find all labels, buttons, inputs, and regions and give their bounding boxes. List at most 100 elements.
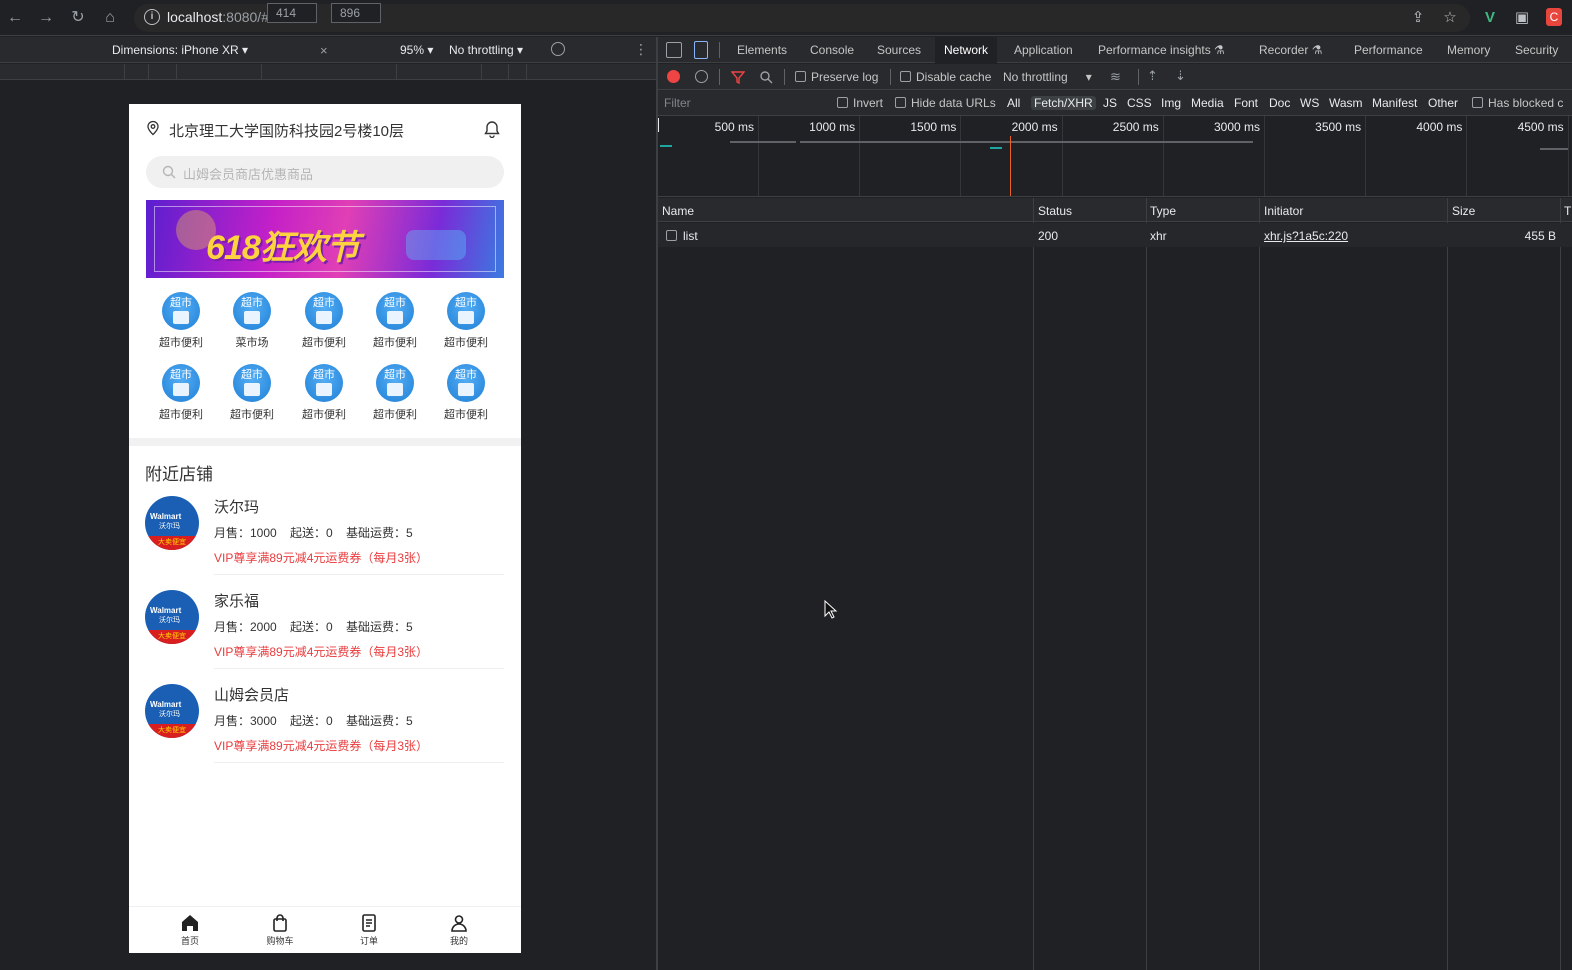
category-label: 超市便利 — [444, 337, 488, 349]
category-item[interactable]: 超市 超市便利 — [289, 292, 359, 362]
dimensions-select[interactable]: Dimensions: iPhone XR ▾ — [112, 43, 248, 57]
supermarket-icon: 超市 — [447, 364, 485, 402]
shop-list-item[interactable]: Walmart 沃尔玛 大卖便宜 山姆会员店 月售：3000 起送：0 基础运费：5 VI… — [129, 684, 521, 778]
category-icon-text: 超市 — [170, 369, 192, 381]
dimension-separator: × — [320, 43, 328, 58]
export-har-icon[interactable]: ⇣ — [1175, 68, 1186, 84]
inspect-element-icon[interactable] — [666, 42, 682, 58]
tab-cart[interactable]: 购物车 — [231, 913, 329, 947]
category-item[interactable]: 超市 超市便利 — [289, 364, 359, 434]
device-throttling-select[interactable]: No throttling ▾ — [449, 43, 523, 57]
category-icon-text: 超市 — [384, 297, 406, 309]
bell-icon[interactable] — [483, 120, 501, 138]
import-har-icon[interactable]: ⇡ — [1147, 68, 1158, 84]
more-options-icon[interactable]: ⋮ — [634, 41, 648, 58]
bookmark-star-icon[interactable]: ☆ — [1440, 8, 1460, 28]
column-initiator[interactable]: Initiator — [1264, 204, 1303, 218]
logo-band: 大卖便宜 — [145, 724, 199, 738]
category-item[interactable]: 超市 超市便利 — [431, 364, 501, 434]
clear-icon[interactable] — [695, 70, 708, 83]
category-item[interactable]: 超市 超市便利 — [360, 292, 430, 362]
tab-elements[interactable]: Elements — [728, 37, 796, 63]
share-icon[interactable]: ⇪ — [1408, 8, 1428, 28]
tab-orders[interactable]: 订单 — [320, 913, 418, 947]
shop-list-item[interactable]: Walmart 沃尔玛 大卖便宜 沃尔玛 月售：1000 起送：0 基础运费：5 VIP尊… — [129, 496, 521, 590]
tab-profile[interactable]: 我的 — [410, 913, 508, 947]
zoom-select[interactable]: 95% ▾ — [400, 43, 433, 57]
site-info-icon[interactable]: i — [144, 9, 160, 25]
current-address[interactable]: 北京理工大学国防科技园2号楼10层 — [169, 120, 404, 141]
column-time[interactable]: T — [1564, 204, 1571, 218]
home-icon[interactable]: ⌂ — [99, 7, 121, 29]
table-row[interactable] — [658, 223, 1572, 247]
disable-cache-checkbox[interactable]: Disable cache — [900, 70, 991, 84]
filter-type-doc[interactable]: Doc — [1266, 96, 1293, 110]
tab-memory[interactable]: Memory — [1438, 37, 1499, 63]
column-status[interactable]: Status — [1038, 204, 1072, 218]
filter-type-other[interactable]: Other — [1425, 96, 1461, 110]
tab-security[interactable]: Security — [1506, 37, 1567, 63]
hide-data-urls-checkbox[interactable]: Hide data URLs — [895, 96, 996, 110]
promo-banner[interactable]: 618狂欢节 — [146, 200, 504, 278]
row-checkbox[interactable] — [666, 230, 677, 241]
reload-icon[interactable]: ↻ — [67, 7, 89, 29]
url-text[interactable]: localhost:8080/#/ — [167, 9, 273, 25]
filter-icon[interactable] — [731, 70, 745, 84]
tab-sources[interactable]: Sources — [868, 37, 930, 63]
tab-console[interactable]: Console — [801, 37, 863, 63]
has-blocked-cookies-checkbox[interactable]: Has blocked c — [1472, 96, 1563, 110]
filter-type-wasm[interactable]: Wasm — [1326, 96, 1366, 110]
filter-type-all[interactable]: All — [1004, 96, 1023, 110]
record-icon[interactable] — [667, 70, 680, 83]
device-width-input[interactable]: 414 — [267, 3, 317, 23]
back-icon[interactable]: ← — [4, 7, 26, 29]
request-name[interactable]: list — [683, 229, 698, 243]
request-initiator-link[interactable]: xhr.js?1a5c:220 — [1264, 229, 1348, 243]
category-item[interactable]: 超市 超市便利 — [146, 292, 216, 362]
filter-type-css[interactable]: CSS — [1124, 96, 1155, 110]
tab-home[interactable]: 首页 — [141, 913, 239, 947]
device-toggle-icon[interactable] — [694, 41, 708, 59]
filter-type-manifest[interactable]: Manifest — [1369, 96, 1420, 110]
network-throttling-select[interactable]: No throttling ▾ — [1003, 70, 1092, 84]
column-type[interactable]: Type — [1150, 204, 1176, 218]
filter-input[interactable]: Filter — [664, 96, 691, 110]
extension-c-icon[interactable]: C — [1546, 8, 1562, 26]
tab-performance[interactable]: Performance — [1345, 37, 1432, 63]
invert-checkbox[interactable]: Invert — [837, 96, 883, 110]
forward-icon[interactable]: → — [35, 7, 57, 29]
filter-type-media[interactable]: Media — [1188, 96, 1227, 110]
nearby-shops-title: 附近店铺 — [145, 465, 213, 484]
filter-type-ws[interactable]: WS — [1297, 96, 1322, 110]
search-icon[interactable] — [759, 70, 773, 84]
category-item[interactable]: 超市 超市便利 — [431, 292, 501, 362]
order-list-icon — [362, 914, 376, 932]
search-icon — [162, 165, 176, 179]
extension-icon[interactable]: ▣ — [1512, 8, 1532, 28]
tab-performance-insights[interactable]: Performance insights ⚗ — [1089, 37, 1234, 63]
timeline-tick-label: 1000 ms — [809, 120, 856, 134]
device-height-input[interactable]: 896 — [331, 3, 381, 23]
vue-devtools-icon[interactable]: V — [1480, 8, 1500, 28]
tab-application[interactable]: Application — [1005, 37, 1082, 63]
filter-type-fetchxhr[interactable]: Fetch/XHR — [1031, 96, 1096, 110]
filter-type-js[interactable]: JS — [1100, 96, 1120, 110]
category-item[interactable]: 超市 超市便利 — [146, 364, 216, 434]
network-conditions-icon[interactable]: ≋ — [1110, 69, 1121, 85]
category-icon-text: 超市 — [455, 369, 477, 381]
category-item[interactable]: 超市 超市便利 — [360, 364, 430, 434]
category-item[interactable]: 超市 超市便利 — [217, 364, 287, 434]
category-item[interactable]: 超市 菜市场 — [217, 292, 287, 362]
column-size[interactable]: Size — [1452, 204, 1475, 218]
mobile-app-viewport: 北京理工大学国防科技园2号楼10层 山姆会员商店优惠商品 618狂欢节 超市 超市… — [129, 104, 521, 953]
rotate-icon[interactable] — [551, 42, 565, 56]
filter-type-img[interactable]: Img — [1158, 96, 1184, 110]
shop-list-item[interactable]: Walmart 沃尔玛 大卖便宜 家乐福 月售：2000 起送：0 基础运费：5 VIP尊… — [129, 590, 521, 684]
tab-recorder[interactable]: Recorder ⚗ — [1250, 37, 1331, 63]
preserve-log-checkbox[interactable]: Preserve log — [795, 70, 878, 84]
column-name[interactable]: Name — [662, 204, 694, 218]
request-type: xhr — [1150, 229, 1167, 243]
filter-type-font[interactable]: Font — [1231, 96, 1261, 110]
category-icon-text: 超市 — [384, 369, 406, 381]
tab-network[interactable]: Network — [935, 37, 998, 63]
